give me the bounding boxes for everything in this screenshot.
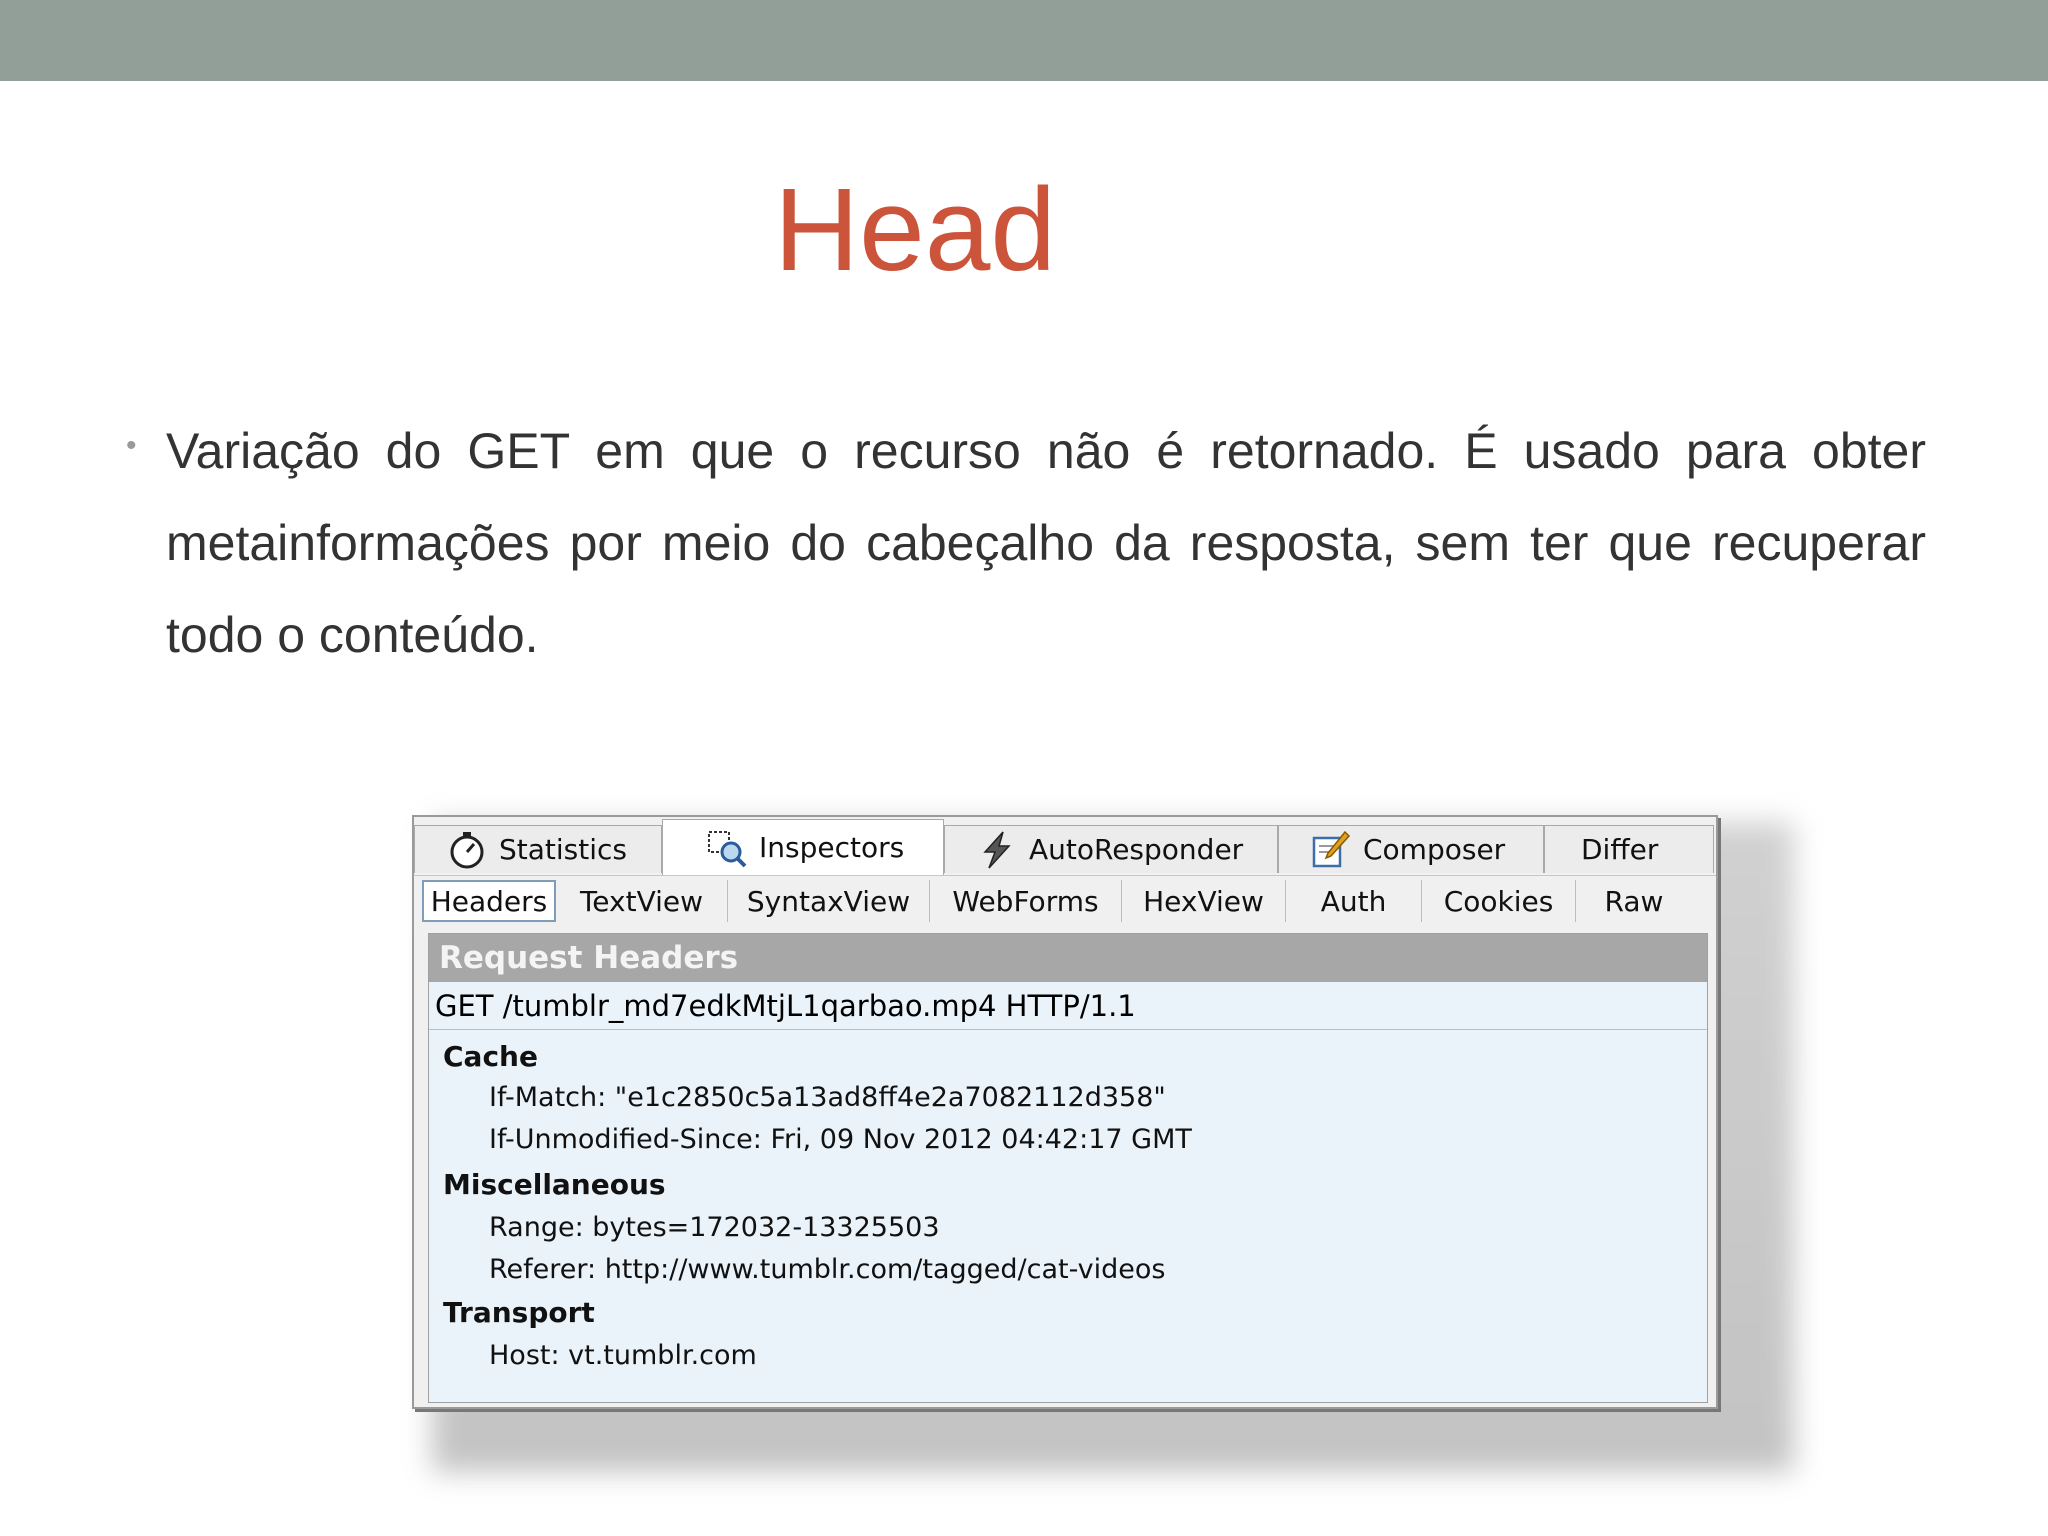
request-headers-panel: Request Headers GET /tumblr_md7edkMtjL1q… <box>428 933 1708 1403</box>
main-tab-strip: Statistics Inspectors AutoResponder Comp… <box>414 819 1716 875</box>
section-transport[interactable]: Transport <box>443 1296 595 1329</box>
tab-label: Composer <box>1363 833 1506 866</box>
bullet-text: Variação do GET em que o recurso não é r… <box>166 423 1926 663</box>
slide-top-bar <box>0 0 2048 81</box>
slide-title: Head <box>773 164 1057 296</box>
subtab-syntaxview[interactable]: SyntaxView <box>728 880 930 922</box>
section-miscellaneous[interactable]: Miscellaneous <box>443 1168 666 1201</box>
stopwatch-icon <box>450 831 484 868</box>
tab-differ[interactable]: Differ <box>1544 825 1714 873</box>
subtab-auth[interactable]: Auth <box>1286 880 1422 922</box>
header-row[interactable]: If-Unmodified-Since: Fri, 09 Nov 2012 04… <box>489 1124 1192 1155</box>
panel-title: Request Headers <box>429 934 1707 982</box>
subtab-raw[interactable]: Raw <box>1576 880 1692 922</box>
composer-icon <box>1312 830 1351 867</box>
header-row[interactable]: If-Match: "e1c2850c5a13ad8ff4e2a7082112d… <box>489 1082 1166 1113</box>
tab-inspectors[interactable]: Inspectors <box>662 819 944 875</box>
subtab-webforms[interactable]: WebForms <box>930 880 1122 922</box>
subtab-headers[interactable]: Headers <box>422 880 556 922</box>
request-line[interactable]: GET /tumblr_md7edkMtjL1qarbao.mp4 HTTP/1… <box>429 982 1707 1030</box>
tab-statistics[interactable]: Statistics <box>414 825 662 873</box>
header-row[interactable]: Host: vt.tumblr.com <box>489 1340 757 1371</box>
tab-autoresponder[interactable]: AutoResponder <box>944 825 1278 873</box>
inspector-subtab-strip: Headers TextView SyntaxView WebForms Hex… <box>414 875 1716 926</box>
tab-label: Statistics <box>499 833 627 866</box>
section-cache[interactable]: Cache <box>443 1040 538 1073</box>
tab-label: Inspectors <box>759 831 905 864</box>
bullet-dot: • <box>126 429 137 462</box>
subtab-cookies[interactable]: Cookies <box>1422 880 1576 922</box>
lightning-icon <box>983 830 1011 869</box>
header-row[interactable]: Referer: http://www.tumblr.com/tagged/ca… <box>489 1254 1165 1285</box>
subtab-hexview[interactable]: HexView <box>1122 880 1286 922</box>
tab-label: AutoResponder <box>1029 833 1244 866</box>
fiddler-screenshot: Statistics Inspectors AutoResponder Comp… <box>412 815 1718 1409</box>
subtab-textview[interactable]: TextView <box>556 880 728 922</box>
tab-composer[interactable]: Composer <box>1278 825 1544 873</box>
tab-label: Differ <box>1581 833 1659 866</box>
inspector-icon <box>708 830 747 867</box>
header-row[interactable]: Range: bytes=172032-13325503 <box>489 1212 940 1243</box>
